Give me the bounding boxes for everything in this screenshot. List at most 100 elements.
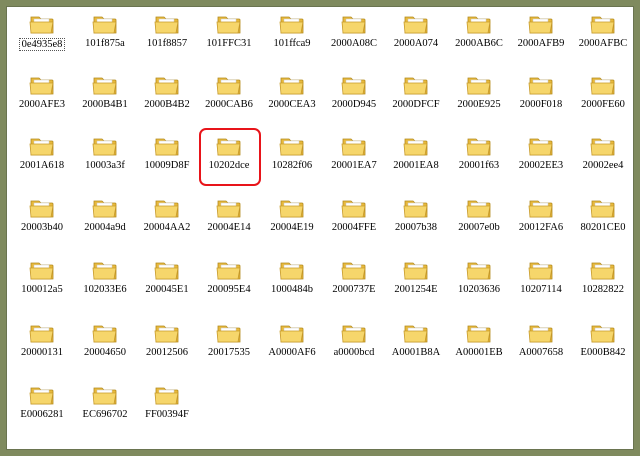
folder-item[interactable]: A0000AF6 <box>261 321 323 373</box>
folder-item[interactable]: 10282822 <box>572 258 633 310</box>
folder-icon <box>590 325 615 343</box>
folder-item[interactable]: 20004E14 <box>198 196 260 248</box>
folder-label: 2000A074 <box>393 38 439 49</box>
folder-icon <box>403 200 428 218</box>
folder-item[interactable]: 101f875a <box>74 12 136 64</box>
folder-item[interactable]: 20004650 <box>74 321 136 373</box>
folder-icon <box>29 138 54 156</box>
folder-item[interactable]: 2000F018 <box>510 73 572 125</box>
file-list-pane[interactable]: 0e4935e8 101f875a 101f8857 101FFC31 101ffca9… <box>6 6 634 450</box>
folder-item[interactable]: 2000DFCF <box>385 73 447 125</box>
folder-icon <box>29 325 54 343</box>
folder-label: a0000bcd <box>333 347 375 358</box>
folder-item[interactable]: 2000B4B1 <box>74 73 136 125</box>
folder-label: 100012a5 <box>21 284 63 295</box>
folder-item[interactable]: 10203636 <box>448 258 510 310</box>
folder-icon <box>216 77 241 95</box>
folder-label: 2000AB6C <box>455 38 503 49</box>
folder-item[interactable]: 200095E4 <box>198 258 260 310</box>
folder-item[interactable]: 2000D945 <box>323 73 385 125</box>
folder-item[interactable]: A00001EB <box>448 321 510 373</box>
folder-item[interactable]: 2000A074 <box>385 12 447 64</box>
folder-icon <box>528 200 553 218</box>
folder-label: 10009D8F <box>144 160 190 171</box>
folder-label: 2001A618 <box>19 160 65 171</box>
window-frame: 0e4935e8 101f875a 101f8857 101FFC31 101ffca9… <box>0 0 640 456</box>
folder-label: 20007e0b <box>458 222 500 233</box>
folder-icon <box>154 325 179 343</box>
folder-label: 2000AFB9 <box>517 38 565 49</box>
folder-icon <box>466 77 491 95</box>
folder-item[interactable]: 2000737E <box>323 258 385 310</box>
folder-item[interactable]: 2001A618 <box>11 134 73 186</box>
folder-item[interactable]: 101ffca9 <box>261 12 323 64</box>
folder-item[interactable]: 20002ee4 <box>572 134 633 186</box>
folder-item[interactable]: 10003a3f <box>74 134 136 186</box>
folder-item[interactable]: 20012506 <box>136 321 198 373</box>
folder-item[interactable]: 2001254E <box>385 258 447 310</box>
folder-label: 20004a9d <box>84 222 126 233</box>
folder-icon <box>590 262 615 280</box>
folder-item[interactable]: E000B842 <box>572 321 633 373</box>
folder-item[interactable]: 2000AFE3 <box>11 73 73 125</box>
folder-item[interactable]: 2000B4B2 <box>136 73 198 125</box>
folder-item[interactable]: 20007b38 <box>385 196 447 248</box>
folder-item[interactable]: 10009D8F <box>136 134 198 186</box>
folder-item[interactable]: 20004a9d <box>74 196 136 248</box>
folder-item[interactable]: 200045E1 <box>136 258 198 310</box>
folder-icon <box>216 138 241 156</box>
folder-label: 2000AFBC <box>578 38 628 49</box>
folder-item[interactable]: 1000484b <box>261 258 323 310</box>
folder-item[interactable]: E0006281 <box>11 383 73 435</box>
folder-item[interactable]: 20004E19 <box>261 196 323 248</box>
folder-item[interactable]: 20001EA8 <box>385 134 447 186</box>
folder-item[interactable]: 20004AA2 <box>136 196 198 248</box>
folder-item[interactable]: 20001f63 <box>448 134 510 186</box>
folder-icon <box>466 138 491 156</box>
folder-label: E000B842 <box>580 347 626 358</box>
folder-item[interactable]: 20003b40 <box>11 196 73 248</box>
folder-item[interactable]: 20007e0b <box>448 196 510 248</box>
folder-label: 20012506 <box>146 347 188 358</box>
folder-item[interactable]: 80201CE0 <box>572 196 633 248</box>
folder-icon <box>279 325 304 343</box>
folder-item[interactable]: 20017535 <box>198 321 260 373</box>
folder-item[interactable]: 20012FA6 <box>510 196 572 248</box>
folder-item[interactable]: A0007658 <box>510 321 572 373</box>
folder-item[interactable]: 2000AFBC <box>572 12 633 64</box>
folder-item[interactable]: 100012a5 <box>11 258 73 310</box>
folder-item[interactable]: 2000E925 <box>448 73 510 125</box>
folder-item[interactable]: 2000AFB9 <box>510 12 572 64</box>
folder-item[interactable]: 20004FFE <box>323 196 385 248</box>
folder-item[interactable]: FF00394F <box>136 383 198 435</box>
folder-item[interactable]: A0001B8A <box>385 321 447 373</box>
folder-item[interactable]: 20000131 <box>11 321 73 373</box>
folder-item[interactable]: 10207114 <box>510 258 572 310</box>
folder-item[interactable]: 20002EE3 <box>510 134 572 186</box>
folder-label: 200095E4 <box>207 284 251 295</box>
folder-label: 10003a3f <box>85 160 125 171</box>
folder-item[interactable]: 0e4935e8 <box>11 12 73 64</box>
folder-item[interactable]: 10282f06 <box>261 134 323 186</box>
folder-item[interactable]: 101FFC31 <box>198 12 260 64</box>
folder-icon <box>590 16 615 34</box>
folder-item[interactable]: 20001EA7 <box>323 134 385 186</box>
folder-label: 20004AA2 <box>143 222 191 233</box>
folder-item[interactable]: 2000CEA3 <box>261 73 323 125</box>
folder-item[interactable]: EC696702 <box>74 383 136 435</box>
folder-item[interactable]: 2000CAB6 <box>198 73 260 125</box>
folder-icon <box>29 262 54 280</box>
folder-label: 101f875a <box>85 38 125 49</box>
folder-icon <box>154 77 179 95</box>
folder-label: A0001B8A <box>391 347 441 358</box>
folder-label: 200045E1 <box>145 284 189 295</box>
folder-item[interactable]: 102033E6 <box>74 258 136 310</box>
folder-item[interactable]: 101f8857 <box>136 12 198 64</box>
folder-item[interactable]: 2000FE60 <box>572 73 633 125</box>
folder-item[interactable]: 2000AB6C <box>448 12 510 64</box>
folder-item[interactable]: 2000A08C <box>323 12 385 64</box>
folder-icon <box>590 77 615 95</box>
folder-item[interactable]: 10202dce <box>198 134 260 186</box>
folder-icon <box>341 138 366 156</box>
folder-item[interactable]: a0000bcd <box>323 321 385 373</box>
